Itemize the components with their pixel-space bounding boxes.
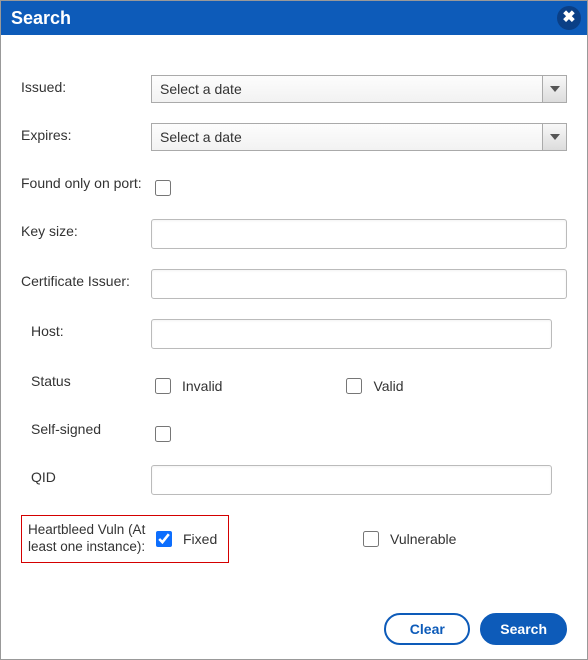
heartbleed-fixed-checkbox[interactable]: [156, 531, 172, 547]
form-content: Issued: Select a date Expires: Select a …: [1, 35, 587, 573]
row-key-size: Key size:: [21, 219, 567, 249]
label-self-signed: Self-signed: [21, 417, 151, 437]
label-cert-issuer: Certificate Issuer:: [21, 269, 151, 289]
status-valid-label: Valid: [373, 378, 403, 394]
heartbleed-highlight-box: Heartbleed Vuln (At least one instance):…: [21, 515, 229, 563]
search-button[interactable]: Search: [480, 613, 567, 645]
host-input[interactable]: [151, 319, 552, 349]
chevron-down-icon: [550, 86, 560, 92]
heartbleed-vulnerable-label: Vulnerable: [390, 531, 456, 547]
status-invalid-group: Invalid: [151, 375, 222, 397]
heartbleed-vulnerable-group: Vulnerable: [359, 528, 456, 550]
row-cert-issuer: Certificate Issuer:: [21, 269, 567, 299]
titlebar: Search ✖: [1, 1, 587, 35]
clear-button[interactable]: Clear: [384, 613, 470, 645]
row-qid: QID: [21, 465, 567, 495]
expires-date-select[interactable]: Select a date: [151, 123, 567, 151]
cert-issuer-input[interactable]: [151, 269, 567, 299]
row-heartbleed: Heartbleed Vuln (At least one instance):…: [21, 515, 567, 563]
row-status: Status Invalid Valid: [21, 369, 567, 397]
qid-input[interactable]: [151, 465, 552, 495]
dialog-title: Search: [11, 8, 71, 29]
label-status: Status: [21, 369, 151, 389]
label-expires: Expires:: [21, 123, 151, 143]
self-signed-checkbox[interactable]: [155, 426, 171, 442]
chevron-down-icon: [550, 134, 560, 140]
row-issued: Issued: Select a date: [21, 75, 567, 103]
label-key-size: Key size:: [21, 219, 151, 239]
status-valid-group: Valid: [342, 375, 403, 397]
close-icon: ✖: [562, 10, 575, 26]
search-dialog: Search ✖ Issued: Select a date Expires:: [0, 0, 588, 660]
row-host: Host:: [21, 319, 567, 349]
status-invalid-checkbox[interactable]: [155, 378, 171, 394]
expires-date-placeholder: Select a date: [160, 129, 242, 145]
found-on-port-checkbox[interactable]: [155, 180, 171, 196]
label-qid: QID: [21, 465, 151, 485]
label-found-on-port: Found only on port:: [21, 171, 151, 191]
status-invalid-label: Invalid: [182, 378, 222, 394]
heartbleed-fixed-group: Fixed: [152, 528, 217, 550]
clear-button-label: Clear: [410, 621, 445, 637]
expires-dropdown-button[interactable]: [542, 124, 566, 150]
search-button-label: Search: [500, 621, 547, 637]
heartbleed-fixed-label: Fixed: [183, 531, 217, 547]
row-self-signed: Self-signed: [21, 417, 567, 445]
close-button[interactable]: ✖: [557, 6, 581, 30]
label-host: Host:: [21, 319, 151, 339]
label-issued: Issued:: [21, 75, 151, 95]
heartbleed-vulnerable-checkbox[interactable]: [363, 531, 379, 547]
key-size-input[interactable]: [151, 219, 567, 249]
issued-dropdown-button[interactable]: [542, 76, 566, 102]
row-expires: Expires: Select a date: [21, 123, 567, 151]
label-heartbleed: Heartbleed Vuln (At least one instance):: [24, 522, 152, 556]
row-found-on-port: Found only on port:: [21, 171, 567, 199]
issued-date-select[interactable]: Select a date: [151, 75, 567, 103]
dialog-footer: Clear Search: [384, 613, 567, 645]
issued-date-placeholder: Select a date: [160, 81, 242, 97]
status-valid-checkbox[interactable]: [346, 378, 362, 394]
